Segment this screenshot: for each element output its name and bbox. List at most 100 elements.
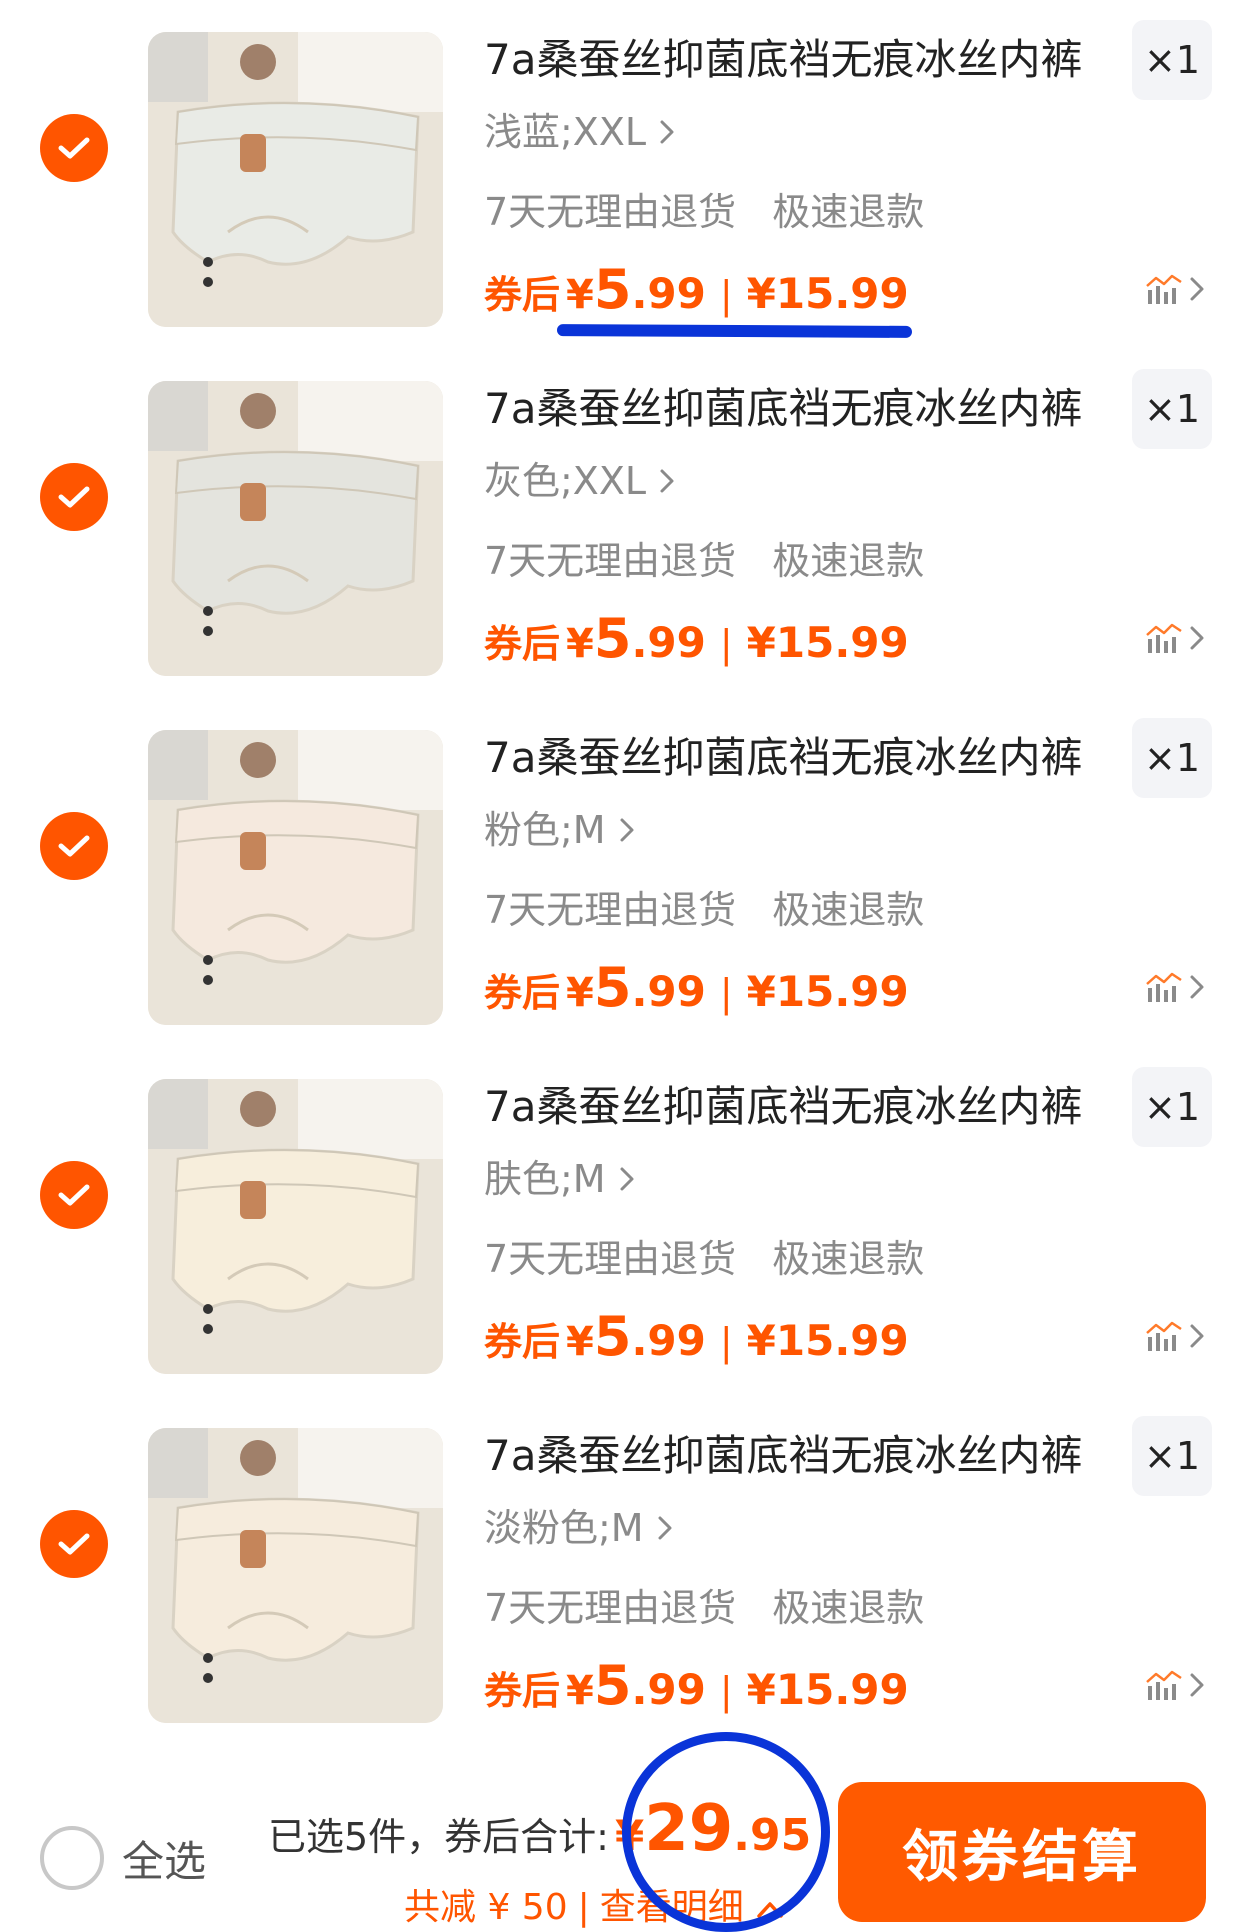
service-tags: 7天无理由退货 极速退款 <box>484 1231 924 1287</box>
product-image[interactable] <box>148 381 443 676</box>
price-trend-button[interactable] <box>1144 621 1206 655</box>
chevron-right-icon <box>1190 277 1204 301</box>
product-title[interactable]: 7a桑蚕丝抑菌底裆无痕冰丝内裤 <box>484 1426 1124 1486</box>
chevron-right-icon <box>1190 1673 1204 1697</box>
price-label: 券后 <box>484 622 561 666</box>
price-trend-button[interactable] <box>1144 1319 1206 1353</box>
item-checkbox[interactable] <box>40 463 108 531</box>
checkmark-icon <box>58 1533 90 1555</box>
quantity-stepper[interactable]: ×1 <box>1132 1067 1212 1147</box>
price-trend-icon <box>1146 1670 1182 1700</box>
price-dec: .99 <box>631 1316 706 1365</box>
select-all-label[interactable]: 全选 <box>122 1828 206 1889</box>
price-row: 券后 ¥ 5 .99 | ¥15.99 <box>484 607 909 670</box>
price-separator: | <box>719 971 733 1015</box>
quantity-stepper[interactable]: ×1 <box>1132 718 1212 798</box>
original-price: ¥15.99 <box>746 1316 909 1365</box>
quantity-stepper[interactable]: ×1 <box>1132 20 1212 100</box>
return-policy-tag: 7天无理由退货 <box>484 888 737 932</box>
cart-item: 7a桑蚕丝抑菌底裆无痕冰丝内裤 ×1 灰色;XXL 7天无理由退货 极速退款 券后… <box>0 349 1260 698</box>
price-int: 5 <box>593 1305 632 1368</box>
product-title[interactable]: 7a桑蚕丝抑菌底裆无痕冰丝内裤 <box>484 30 1124 90</box>
checkmark-icon <box>58 486 90 508</box>
price-yen: ¥ <box>566 621 594 667</box>
price-dec: .99 <box>631 967 706 1016</box>
chevron-right-icon <box>660 120 674 144</box>
cart-item: 7a桑蚕丝抑菌底裆无痕冰丝内裤 ×1 浅蓝;XXL 7天无理由退货 极速退款 券后… <box>0 0 1260 349</box>
price-row: 券后 ¥ 5 .99 | ¥15.99 <box>484 1305 909 1368</box>
annotation-circle <box>622 1732 830 1932</box>
fast-refund-tag: 极速退款 <box>772 1237 925 1281</box>
price-yen: ¥ <box>566 1319 594 1365</box>
product-spec[interactable]: 粉色;M <box>484 802 636 858</box>
product-image[interactable] <box>148 1428 443 1723</box>
checkout-button[interactable]: 领券结算 <box>838 1782 1206 1922</box>
price-label: 券后 <box>484 971 561 1015</box>
product-image[interactable] <box>148 1079 443 1374</box>
price-trend-icon <box>1146 1321 1182 1351</box>
item-checkbox[interactable] <box>40 1161 108 1229</box>
chevron-right-icon <box>620 818 634 842</box>
service-tags: 7天无理由退货 极速退款 <box>484 1580 924 1636</box>
spec-text: 浅蓝;XXL <box>484 110 647 154</box>
original-price: ¥15.99 <box>746 269 909 318</box>
price-row: 券后 ¥ 5 .99 | ¥15.99 <box>484 258 909 321</box>
product-spec[interactable]: 淡粉色;M <box>484 1500 674 1556</box>
price-label: 券后 <box>484 1669 561 1713</box>
item-checkbox[interactable] <box>40 1510 108 1578</box>
fast-refund-tag: 极速退款 <box>772 539 925 583</box>
price-trend-button[interactable] <box>1144 970 1206 1004</box>
selected-count-text: 已选5件，券后合计: <box>268 1815 609 1859</box>
original-price: ¥15.99 <box>746 967 909 1016</box>
chevron-right-icon <box>620 1167 634 1191</box>
cart-item: 7a桑蚕丝抑菌底裆无痕冰丝内裤 ×1 肤色;M 7天无理由退货 极速退款 券后 ¥… <box>0 1047 1260 1396</box>
product-image[interactable] <box>148 32 443 327</box>
chevron-right-icon <box>1190 1324 1204 1348</box>
price-int: 5 <box>593 956 632 1019</box>
chevron-right-icon <box>1190 975 1204 999</box>
product-spec[interactable]: 浅蓝;XXL <box>484 104 676 160</box>
service-tags: 7天无理由退货 极速退款 <box>484 882 924 938</box>
item-checkbox[interactable] <box>40 114 108 182</box>
price-label: 券后 <box>484 1320 561 1364</box>
price-separator: | <box>719 1669 733 1713</box>
spec-text: 肤色;M <box>484 1157 606 1201</box>
service-tags: 7天无理由退货 极速退款 <box>484 533 924 589</box>
fast-refund-tag: 极速退款 <box>772 1586 925 1630</box>
product-title[interactable]: 7a桑蚕丝抑菌底裆无痕冰丝内裤 <box>484 728 1124 788</box>
item-checkbox[interactable] <box>40 812 108 880</box>
product-spec[interactable]: 灰色;XXL <box>484 453 676 509</box>
quantity-stepper[interactable]: ×1 <box>1132 1416 1212 1496</box>
cart-item: 7a桑蚕丝抑菌底裆无痕冰丝内裤 ×1 粉色;M 7天无理由退货 极速退款 券后 ¥… <box>0 698 1260 1047</box>
spec-text: 淡粉色;M <box>484 1506 644 1550</box>
product-image[interactable] <box>148 730 443 1025</box>
original-price: ¥15.99 <box>746 618 909 667</box>
price-int: 5 <box>593 258 632 321</box>
cart-item: 7a桑蚕丝抑菌底裆无痕冰丝内裤 ×1 淡粉色;M 7天无理由退货 极速退款 券后 … <box>0 1396 1260 1745</box>
price-dec: .99 <box>631 1665 706 1714</box>
product-spec[interactable]: 肤色;M <box>484 1151 636 1207</box>
checkmark-icon <box>58 137 90 159</box>
spec-text: 粉色;M <box>484 808 606 852</box>
price-int: 5 <box>593 1654 632 1717</box>
price-trend-icon <box>1146 274 1182 304</box>
price-row: 券后 ¥ 5 .99 | ¥15.99 <box>484 956 909 1019</box>
return-policy-tag: 7天无理由退货 <box>484 1237 737 1281</box>
discount-text: 共减 ¥ 50 <box>404 1887 568 1928</box>
product-title[interactable]: 7a桑蚕丝抑菌底裆无痕冰丝内裤 <box>484 1077 1124 1137</box>
price-label: 券后 <box>484 273 561 317</box>
checkmark-icon <box>58 835 90 857</box>
return-policy-tag: 7天无理由退货 <box>484 539 737 583</box>
service-tags: 7天无理由退货 极速退款 <box>484 184 924 240</box>
annotation-underline <box>556 324 913 338</box>
discount-separator: | <box>577 1887 590 1928</box>
product-title[interactable]: 7a桑蚕丝抑菌底裆无痕冰丝内裤 <box>484 379 1124 439</box>
original-price: ¥15.99 <box>746 1665 909 1714</box>
select-all-checkbox[interactable] <box>40 1826 104 1890</box>
price-trend-button[interactable] <box>1144 272 1206 306</box>
quantity-stepper[interactable]: ×1 <box>1132 369 1212 449</box>
price-trend-button[interactable] <box>1144 1668 1206 1702</box>
chevron-right-icon <box>658 1516 672 1540</box>
price-int: 5 <box>593 607 632 670</box>
return-policy-tag: 7天无理由退货 <box>484 1586 737 1630</box>
